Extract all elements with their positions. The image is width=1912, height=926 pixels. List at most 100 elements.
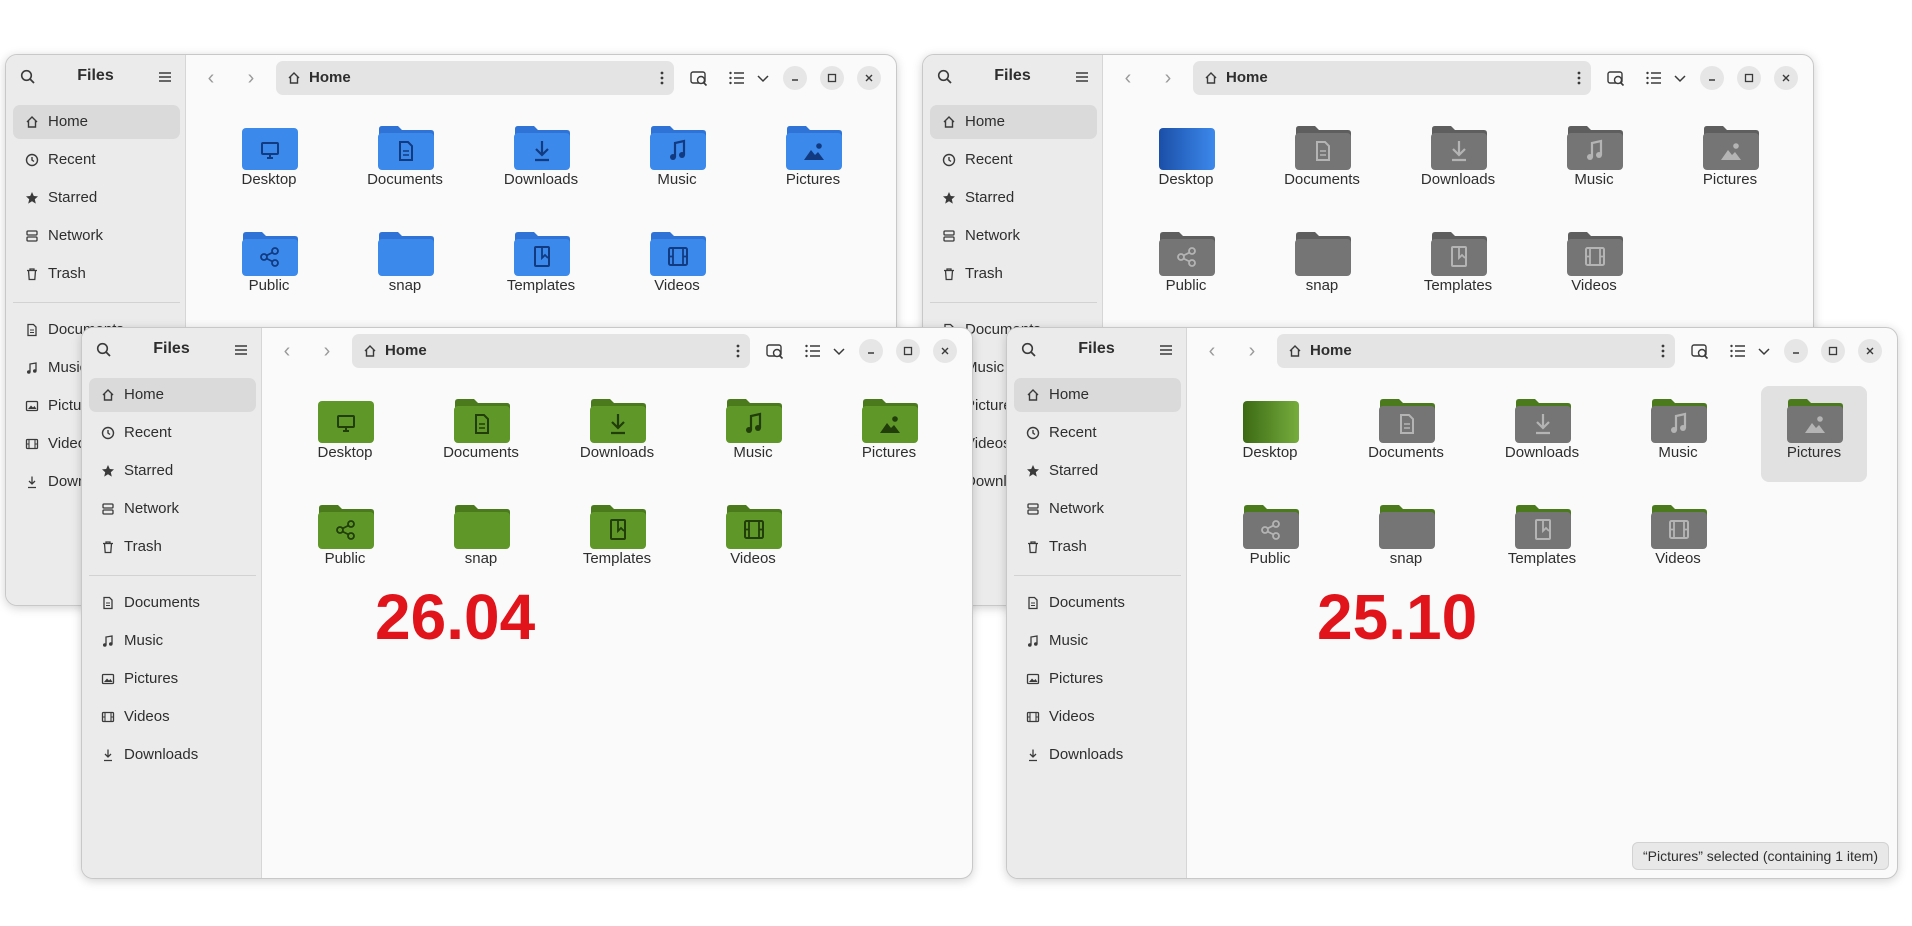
sidebar-item-network[interactable]: Network <box>1014 492 1181 526</box>
sidebar-bookmark-videos[interactable]: Videos <box>1014 700 1181 734</box>
folder-item-downloads[interactable]: Downloads <box>488 113 594 209</box>
folder-item-music[interactable]: Music <box>1541 113 1647 209</box>
search-in-folder-icon[interactable] <box>1605 67 1627 89</box>
folder-item-pictures[interactable]: Pictures <box>836 386 942 482</box>
sidebar-bookmark-downloads[interactable]: Downloads <box>1014 738 1181 772</box>
search-in-folder-icon[interactable] <box>764 340 786 362</box>
folder-item-downloads[interactable]: Downloads <box>564 386 670 482</box>
path-bar[interactable]: Home <box>276 61 674 95</box>
folder-item-snap[interactable]: snap <box>1353 492 1459 588</box>
list-view-icon[interactable] <box>1643 67 1665 89</box>
more-options-icon[interactable] <box>736 344 740 358</box>
sidebar-bookmark-music[interactable]: Music <box>1014 624 1181 658</box>
chevron-down-icon[interactable] <box>752 67 774 89</box>
sidebar-bookmark-documents[interactable]: Documents <box>1014 586 1181 620</box>
folder-item-documents[interactable]: Documents <box>1269 113 1375 209</box>
folder-item-documents[interactable]: Documents <box>428 386 534 482</box>
sidebar-bookmark-documents[interactable]: Documents <box>89 586 256 620</box>
list-view-icon[interactable] <box>802 340 824 362</box>
back-button[interactable]: ‹ <box>1201 340 1223 362</box>
folder-item-public[interactable]: Public <box>1133 219 1239 315</box>
folder-item-videos[interactable]: Videos <box>700 492 806 588</box>
minimize-button[interactable] <box>859 339 883 363</box>
sidebar-item-starred[interactable]: Starred <box>930 181 1097 215</box>
list-view-icon[interactable] <box>1727 340 1749 362</box>
sidebar-item-trash[interactable]: Trash <box>13 257 180 291</box>
folder-item-public[interactable]: Public <box>292 492 398 588</box>
minimize-button[interactable] <box>783 66 807 90</box>
folder-item-downloads[interactable]: Downloads <box>1405 113 1511 209</box>
maximize-button[interactable] <box>1821 339 1845 363</box>
minimize-button[interactable] <box>1784 339 1808 363</box>
folder-item-public[interactable]: Public <box>216 219 322 315</box>
sidebar-item-starred[interactable]: Starred <box>1014 454 1181 488</box>
folder-item-snap[interactable]: snap <box>428 492 534 588</box>
chevron-down-icon[interactable] <box>1753 340 1775 362</box>
maximize-button[interactable] <box>820 66 844 90</box>
search-in-folder-icon[interactable] <box>688 67 710 89</box>
sidebar-item-starred[interactable]: Starred <box>89 454 256 488</box>
close-button[interactable] <box>1858 339 1882 363</box>
forward-button[interactable]: › <box>240 67 262 89</box>
hamburger-menu-icon[interactable] <box>233 342 249 358</box>
folder-item-music[interactable]: Music <box>700 386 806 482</box>
hamburger-menu-icon[interactable] <box>1074 69 1090 85</box>
more-options-icon[interactable] <box>660 71 664 85</box>
forward-button[interactable]: › <box>1241 340 1263 362</box>
folder-item-desktop[interactable]: Desktop <box>1217 386 1323 482</box>
sidebar-item-home[interactable]: Home <box>89 378 256 412</box>
path-bar[interactable]: Home <box>1193 61 1591 95</box>
more-options-icon[interactable] <box>1577 71 1581 85</box>
close-button[interactable] <box>933 339 957 363</box>
list-view-icon[interactable] <box>726 67 748 89</box>
folder-item-snap[interactable]: snap <box>1269 219 1375 315</box>
sidebar-bookmark-pictures[interactable]: Pictures <box>1014 662 1181 696</box>
sidebar-item-home[interactable]: Home <box>1014 378 1181 412</box>
sidebar-item-recent[interactable]: Recent <box>89 416 256 450</box>
close-button[interactable] <box>857 66 881 90</box>
back-button[interactable]: ‹ <box>1117 67 1139 89</box>
sidebar-item-recent[interactable]: Recent <box>930 143 1097 177</box>
sidebar-item-trash[interactable]: Trash <box>930 257 1097 291</box>
folder-item-snap[interactable]: snap <box>352 219 458 315</box>
path-bar[interactable]: Home <box>352 334 750 368</box>
close-button[interactable] <box>1774 66 1798 90</box>
hamburger-menu-icon[interactable] <box>157 69 173 85</box>
sidebar-item-home[interactable]: Home <box>930 105 1097 139</box>
sidebar-item-recent[interactable]: Recent <box>13 143 180 177</box>
search-in-folder-icon[interactable] <box>1689 340 1711 362</box>
folder-item-templates[interactable]: Templates <box>1489 492 1595 588</box>
minimize-button[interactable] <box>1700 66 1724 90</box>
chevron-down-icon[interactable] <box>828 340 850 362</box>
sidebar-item-trash[interactable]: Trash <box>1014 530 1181 564</box>
sidebar-item-starred[interactable]: Starred <box>13 181 180 215</box>
maximize-button[interactable] <box>896 339 920 363</box>
folder-item-documents[interactable]: Documents <box>1353 386 1459 482</box>
hamburger-menu-icon[interactable] <box>1158 342 1174 358</box>
sidebar-item-recent[interactable]: Recent <box>1014 416 1181 450</box>
sidebar-bookmark-pictures[interactable]: Pictures <box>89 662 256 696</box>
back-button[interactable]: ‹ <box>200 67 222 89</box>
forward-button[interactable]: › <box>316 340 338 362</box>
folder-item-desktop[interactable]: Desktop <box>1133 113 1239 209</box>
folder-item-templates[interactable]: Templates <box>564 492 670 588</box>
folder-item-videos[interactable]: Videos <box>1541 219 1647 315</box>
folder-item-music[interactable]: Music <box>624 113 730 209</box>
folder-item-desktop[interactable]: Desktop <box>216 113 322 209</box>
sidebar-item-home[interactable]: Home <box>13 105 180 139</box>
maximize-button[interactable] <box>1737 66 1761 90</box>
sidebar-bookmark-downloads[interactable]: Downloads <box>89 738 256 772</box>
sidebar-item-network[interactable]: Network <box>930 219 1097 253</box>
folder-item-public[interactable]: Public <box>1217 492 1323 588</box>
folder-item-downloads[interactable]: Downloads <box>1489 386 1595 482</box>
sidebar-bookmark-videos[interactable]: Videos <box>89 700 256 734</box>
sidebar-bookmark-music[interactable]: Music <box>89 624 256 658</box>
folder-item-templates[interactable]: Templates <box>488 219 594 315</box>
forward-button[interactable]: › <box>1157 67 1179 89</box>
folder-item-pictures[interactable]: Pictures <box>760 113 866 209</box>
path-bar[interactable]: Home <box>1277 334 1675 368</box>
folder-item-templates[interactable]: Templates <box>1405 219 1511 315</box>
sidebar-item-network[interactable]: Network <box>89 492 256 526</box>
folder-item-desktop[interactable]: Desktop <box>292 386 398 482</box>
folder-item-videos[interactable]: Videos <box>1625 492 1731 588</box>
